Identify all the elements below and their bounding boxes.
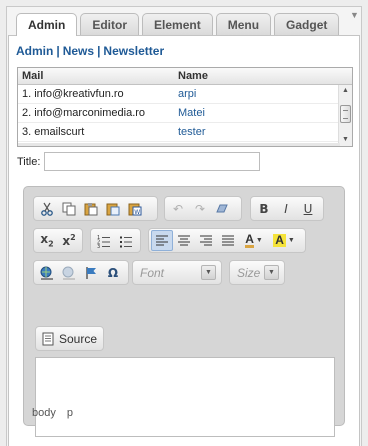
- text-color-icon[interactable]: A ▼: [239, 230, 269, 251]
- cell-mail: 3. emailscurt: [22, 126, 85, 138]
- subscriber-table: Mail Name 1. info@kreativfun.ro arpi 2. …: [17, 67, 353, 147]
- table-row[interactable]: 3. emailscurt tester: [18, 123, 352, 142]
- align-group: A ▼ A ▼: [148, 228, 306, 253]
- cell-name: Matei: [178, 107, 205, 119]
- redo-icon[interactable]: ↷: [189, 198, 211, 219]
- column-header-name[interactable]: Name: [175, 70, 208, 82]
- cut-icon[interactable]: [36, 198, 58, 219]
- collapse-icon[interactable]: ▼: [350, 10, 362, 20]
- font-dropdown[interactable]: Font ▼: [135, 262, 219, 283]
- svg-text:3: 3: [97, 244, 100, 248]
- cell-name: tester: [178, 126, 206, 138]
- title-input[interactable]: [44, 152, 260, 171]
- breadcrumb-newsletter[interactable]: Newsletter: [103, 44, 164, 58]
- paste-text-icon[interactable]: [102, 198, 124, 219]
- unlink-icon[interactable]: [58, 262, 80, 283]
- align-right-icon[interactable]: [195, 230, 217, 251]
- table-row[interactable]: 1. info@kreativfun.ro arpi: [18, 85, 352, 104]
- tab-bar: Admin Editor Element Menu Gadget: [16, 13, 340, 36]
- cell-mail: 2. info@marconimedia.ro: [22, 107, 146, 119]
- tab-element[interactable]: Element: [142, 13, 213, 35]
- scroll-up-icon[interactable]: ▲: [339, 85, 352, 97]
- align-left-icon[interactable]: [151, 230, 173, 251]
- bullet-list-icon[interactable]: [115, 230, 137, 251]
- tab-gadget[interactable]: Gadget: [274, 13, 340, 35]
- text-style-group: B I U: [250, 196, 324, 221]
- element-path: body p: [32, 407, 81, 419]
- horizontal-scrollbar[interactable]: [18, 143, 340, 146]
- special-char-icon[interactable]: Ω: [102, 262, 124, 283]
- editor-content-area[interactable]: [35, 357, 335, 437]
- anchor-flag-icon[interactable]: [80, 262, 102, 283]
- size-placeholder: Size: [237, 265, 261, 280]
- vertical-scrollbar[interactable]: ▲ ▼: [338, 85, 352, 146]
- list-group: 123: [90, 228, 141, 253]
- path-p[interactable]: p: [67, 407, 73, 419]
- cell-name: arpi: [178, 88, 197, 100]
- chevron-down-icon[interactable]: ▼: [264, 265, 279, 280]
- size-select[interactable]: Size ▼: [229, 260, 285, 285]
- cell-mail: 1. info@kreativfun.ro: [22, 88, 124, 100]
- chevron-down-icon[interactable]: ▼: [201, 265, 216, 280]
- clipboard-group: W: [33, 196, 158, 221]
- tab-editor[interactable]: Editor: [80, 13, 140, 35]
- breadcrumb-admin[interactable]: Admin: [16, 44, 53, 58]
- breadcrumb-separator: |: [56, 44, 60, 58]
- background-color-icon[interactable]: A ▼: [269, 230, 299, 251]
- scroll-down-icon[interactable]: ▼: [339, 134, 352, 146]
- breadcrumb-news[interactable]: News: [63, 44, 94, 58]
- font-placeholder: Font: [140, 265, 165, 280]
- title-label: Title:: [17, 156, 41, 168]
- history-group: ↶ ↷: [164, 196, 242, 221]
- source-button[interactable]: Source: [35, 326, 105, 351]
- scroll-thumb[interactable]: [340, 105, 351, 123]
- svg-text:W: W: [134, 209, 140, 216]
- table-row[interactable]: 2. info@marconimedia.ro Matei: [18, 104, 352, 123]
- source-label: Source: [59, 331, 98, 346]
- column-header-mail[interactable]: Mail: [18, 70, 175, 82]
- eraser-icon[interactable]: [211, 198, 233, 219]
- tab-admin[interactable]: Admin: [16, 13, 78, 36]
- italic-icon[interactable]: I: [275, 198, 297, 219]
- admin-panel: Admin | News | Newsletter Mail Name 1. info@…: [8, 35, 360, 446]
- script-group: x2 x2: [33, 228, 83, 253]
- undo-icon[interactable]: ↶: [167, 198, 189, 219]
- paste-word-icon[interactable]: W: [124, 198, 146, 219]
- align-center-icon[interactable]: [173, 230, 195, 251]
- rich-text-editor: W ↶ ↷ B I U x2 x2 123 A ▼ A ▼ Ω Font ▼ S…: [23, 186, 345, 437]
- link-icon[interactable]: [36, 262, 58, 283]
- tab-menu[interactable]: Menu: [215, 13, 272, 35]
- underline-icon[interactable]: U: [297, 198, 319, 219]
- size-dropdown[interactable]: Size ▼: [232, 262, 282, 283]
- breadcrumb: Admin | News | Newsletter: [16, 44, 164, 58]
- superscript-icon[interactable]: x2: [58, 230, 80, 251]
- subscript-icon[interactable]: x2: [36, 230, 58, 251]
- font-select[interactable]: Font ▼: [132, 260, 222, 285]
- path-body[interactable]: body: [32, 407, 56, 419]
- document-icon: [42, 332, 54, 345]
- paste-icon[interactable]: [80, 198, 102, 219]
- breadcrumb-separator: |: [97, 44, 101, 58]
- bold-icon[interactable]: B: [253, 198, 275, 219]
- copy-icon[interactable]: [58, 198, 80, 219]
- table-header: Mail Name: [18, 68, 352, 85]
- insert-group: Ω: [33, 260, 129, 285]
- numbered-list-icon[interactable]: 123: [93, 230, 115, 251]
- align-justify-icon[interactable]: [217, 230, 239, 251]
